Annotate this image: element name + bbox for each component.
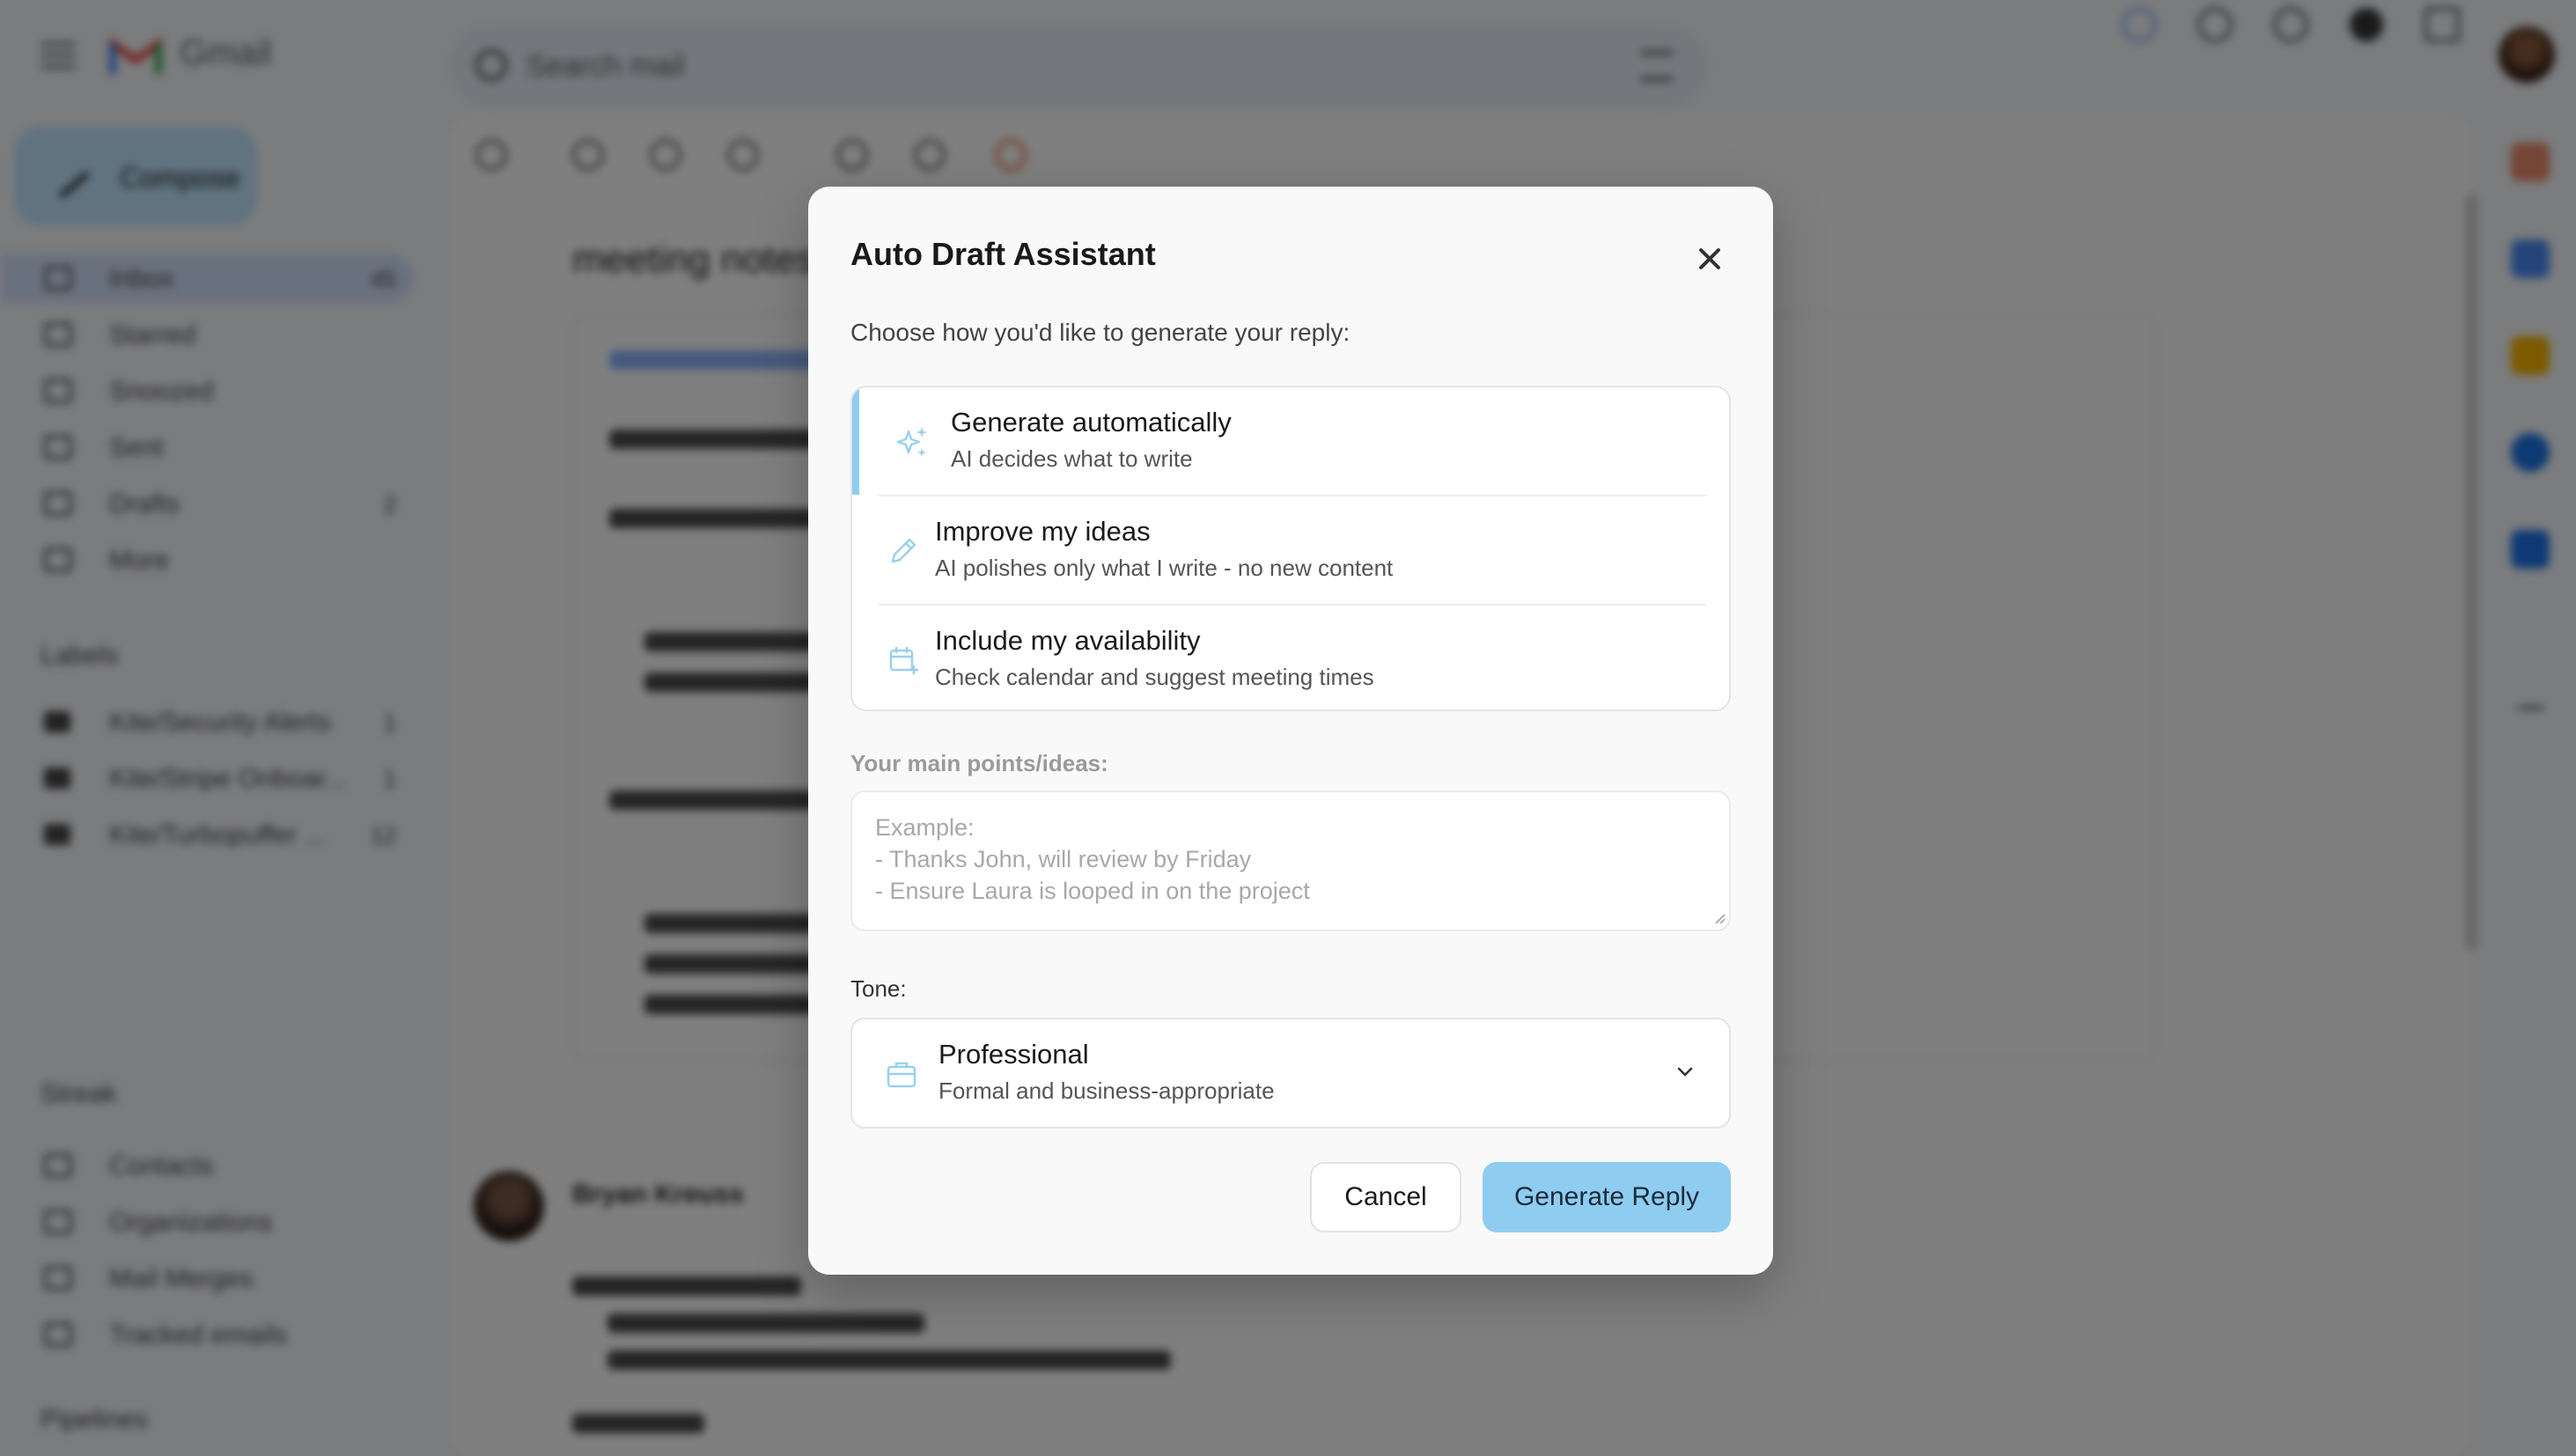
generation-mode-options: Generate automatically AI decides what t…: [850, 386, 1731, 711]
cancel-button[interactable]: Cancel: [1310, 1162, 1461, 1232]
option-title: Include my availability: [935, 625, 1201, 656]
tone-label: Tone:: [850, 975, 907, 1002]
sparkle-icon: [896, 427, 927, 457]
option-description: AI polishes only what I write - no new c…: [935, 555, 1394, 581]
tone-dropdown[interactable]: Professional Formal and business-appropr…: [850, 1018, 1731, 1129]
option-title: Generate automatically: [951, 407, 1232, 438]
pencil-icon: [891, 538, 916, 563]
resize-handle-icon[interactable]: [1711, 910, 1726, 924]
chevron-down-icon: [1677, 1067, 1693, 1077]
auto-draft-dialog: Auto Draft Assistant Choose how you'd li…: [808, 187, 1773, 1275]
main-points-label: Your main points/ideas:: [850, 750, 1108, 776]
dialog-subtitle: Choose how you'd like to generate your r…: [850, 319, 1351, 346]
close-icon[interactable]: [1690, 239, 1729, 278]
option-generate-automatically[interactable]: Generate automatically AI decides what t…: [852, 387, 1729, 495]
tone-selected-description: Formal and business-appropriate: [938, 1077, 1275, 1104]
tone-selected-title: Professional: [938, 1039, 1089, 1070]
option-improve-my-ideas[interactable]: Improve my ideas AI polishes only what I…: [852, 496, 1729, 604]
briefcase-icon: [887, 1062, 916, 1088]
dialog-title: Auto Draft Assistant: [850, 236, 1156, 272]
main-points-input[interactable]: [850, 791, 1731, 931]
option-include-availability[interactable]: Include my availability Check calendar a…: [852, 606, 1729, 710]
option-description: Check calendar and suggest meeting times: [935, 664, 1374, 690]
generate-reply-button[interactable]: Generate Reply: [1483, 1162, 1731, 1232]
option-description: AI decides what to write: [951, 445, 1193, 472]
option-title: Improve my ideas: [935, 516, 1151, 547]
calendar-plus-icon: [889, 647, 918, 674]
